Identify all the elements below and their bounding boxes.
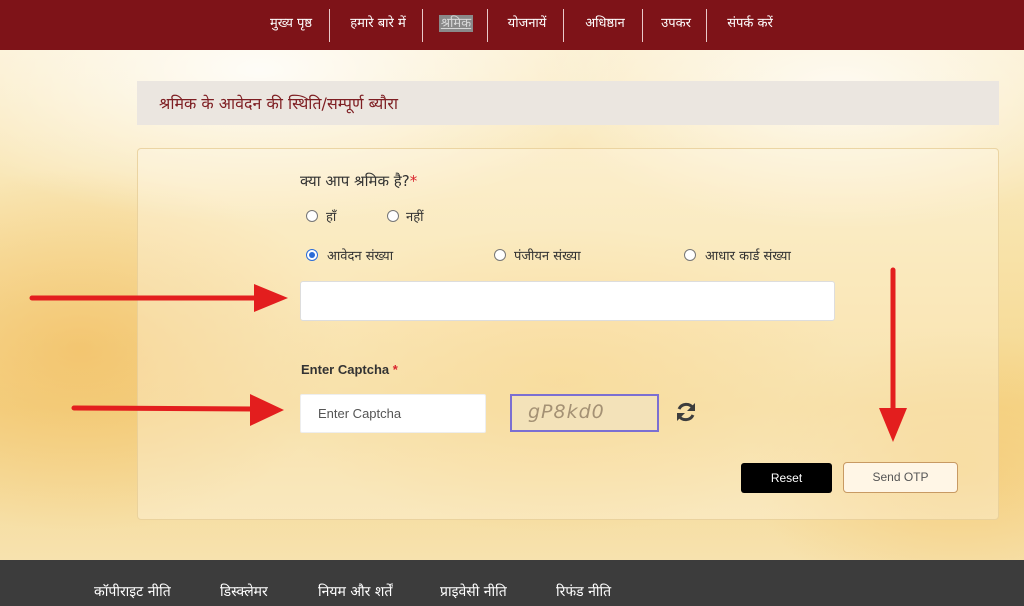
annotation-arrow-captcha xyxy=(71,394,284,426)
nav-divider xyxy=(487,9,488,42)
nav-shramik[interactable]: श्रमिक xyxy=(436,8,476,42)
nav-contact[interactable]: संपर्क करें xyxy=(720,8,780,42)
captcha-required-mark: * xyxy=(392,362,398,377)
captcha-image: gP8kd0 xyxy=(510,394,659,432)
footer-privacy-policy[interactable]: प्राइवेसी नीति xyxy=(440,582,507,601)
nav-divider xyxy=(563,9,564,42)
worker-question: क्या आप श्रमिक है?* xyxy=(300,171,417,191)
page-heading-bar: श्रमिक के आवेदन की स्थिति/सम्पूर्ण ब्यौर… xyxy=(137,81,999,125)
nav-home[interactable]: मुख्य पृष्ठ xyxy=(262,8,320,42)
captcha-label-text: Enter Captcha xyxy=(301,362,390,377)
radio-application-number[interactable] xyxy=(306,249,318,261)
nav-divider xyxy=(642,9,643,42)
question-text: क्या आप श्रमिक है? xyxy=(300,172,410,190)
radio-registration-number-label: पंजीयन संख्या xyxy=(514,249,581,264)
footer-disclaimer[interactable]: डिस्क्लेमर xyxy=(220,582,268,601)
page-title: श्रमिक के आवेदन की स्थिति/सम्पूर्ण ब्यौर… xyxy=(159,94,399,113)
nav-schemes[interactable]: योजनायें xyxy=(502,8,552,42)
radio-aadhaar-number[interactable] xyxy=(684,249,696,261)
captcha-text: gP8kd0 xyxy=(528,401,605,423)
captcha-input[interactable]: Enter Captcha xyxy=(300,394,486,433)
nav-about[interactable]: हमारे बारे में xyxy=(343,8,413,42)
reset-button[interactable]: Reset xyxy=(741,463,832,493)
footer-terms[interactable]: नियम और शर्तें xyxy=(318,582,392,601)
nav-shramik-label: श्रमिक xyxy=(438,15,474,32)
footer-refund-policy[interactable]: रिफंड नीति xyxy=(556,582,611,601)
top-navigation: मुख्य पृष्ठ हमारे बारे में श्रमिक योजनाय… xyxy=(0,0,1024,50)
captcha-label: Enter Captcha * xyxy=(301,362,398,377)
required-mark: * xyxy=(409,172,418,190)
refresh-captcha-icon[interactable] xyxy=(674,400,698,424)
radio-application-number-label: आवेदन संख्या xyxy=(327,249,394,264)
nav-divider xyxy=(329,9,330,42)
nav-divider xyxy=(422,9,423,42)
nav-cess[interactable]: उपकर xyxy=(656,8,696,42)
annotation-arrow-send-otp xyxy=(879,267,907,442)
annotation-arrow-input xyxy=(29,284,288,312)
footer-copyright-policy[interactable]: कॉपीराइट नीति xyxy=(94,582,171,601)
application-number-input[interactable] xyxy=(300,281,835,321)
radio-yes-label: हाँ xyxy=(326,210,337,225)
nav-establishment[interactable]: अधिष्ठान xyxy=(577,8,633,42)
radio-aadhaar-number-label: आधार कार्ड संख्या xyxy=(705,249,791,264)
radio-no-label: नहीं xyxy=(406,210,424,225)
send-otp-button[interactable]: Send OTP xyxy=(843,462,958,493)
radio-no[interactable] xyxy=(387,210,399,222)
radio-yes[interactable] xyxy=(306,210,318,222)
radio-registration-number[interactable] xyxy=(494,249,506,261)
nav-divider xyxy=(706,9,707,42)
footer: कॉपीराइट नीति डिस्क्लेमर नियम और शर्तें … xyxy=(0,560,1024,606)
